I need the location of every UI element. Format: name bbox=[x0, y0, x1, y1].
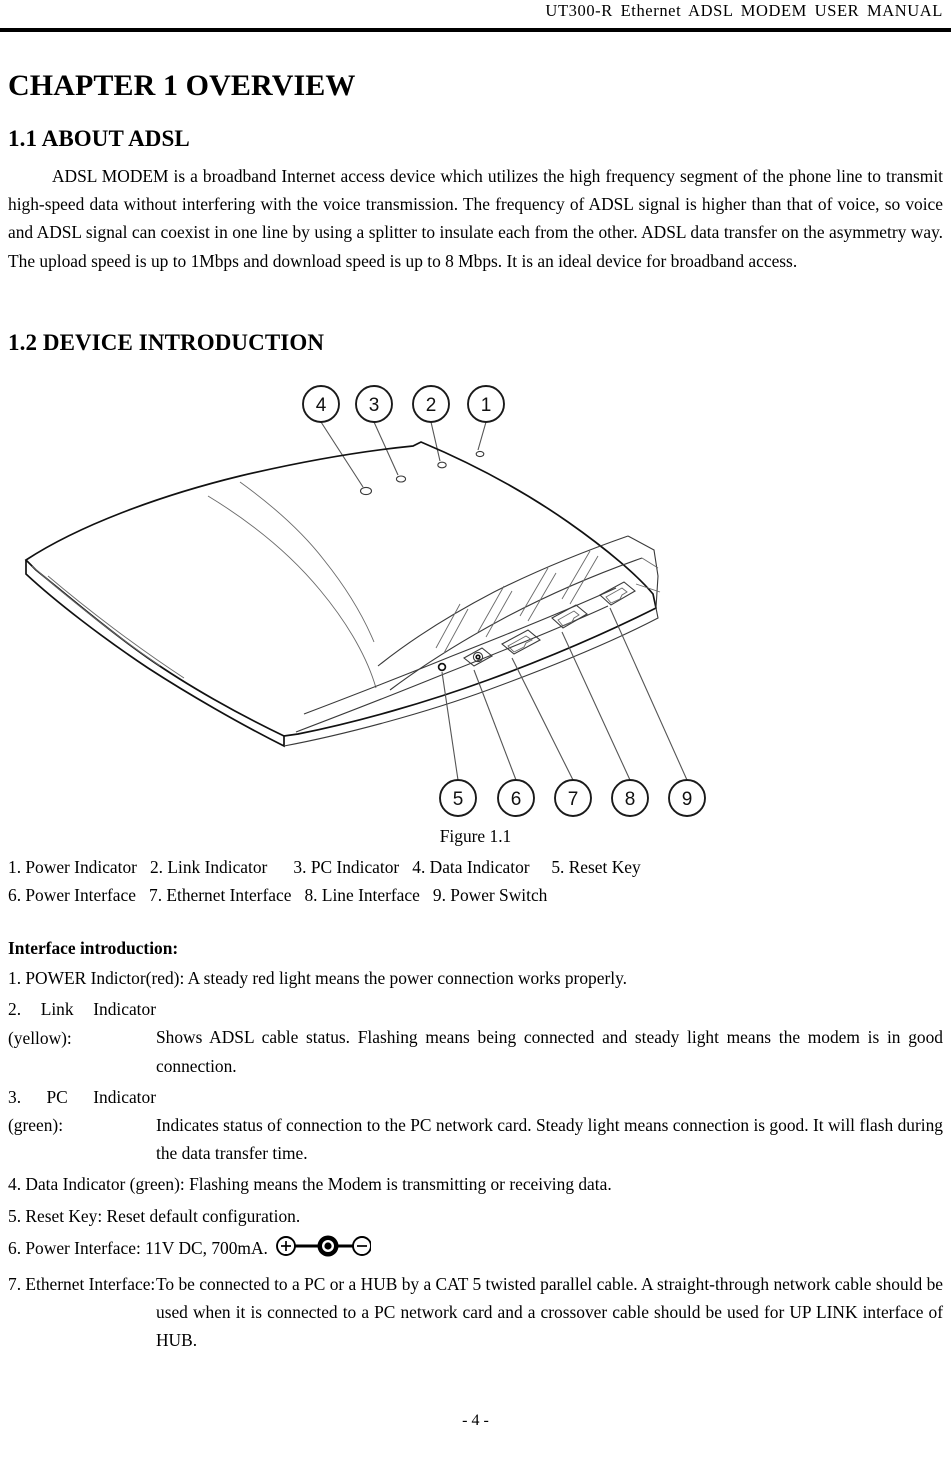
interface-item-lead: 6. Power Interface: bbox=[8, 1237, 141, 1258]
line-port bbox=[551, 604, 588, 630]
page-header: UT300-R Ethernet ADSL MODEM USER MANUAL bbox=[0, 0, 951, 33]
interface-item-text: Flashing means the Modem is transmitting… bbox=[184, 1174, 612, 1195]
adsl-modem-line-drawing: 4 3 2 1 5 6 7 8 9 bbox=[24, 385, 706, 818]
interface-item-text: A steady red light means the power conne… bbox=[184, 968, 627, 989]
interface-item-data-indicator: 4. Data Indicator (green): Flashing mean… bbox=[8, 1170, 943, 1198]
about-adsl-paragraph: ADSL MODEM is a broadband Internet acces… bbox=[8, 162, 943, 275]
svg-text:8: 8 bbox=[625, 789, 636, 810]
callout-2: 2 bbox=[412, 385, 450, 424]
svg-text:5: 5 bbox=[453, 789, 464, 810]
callout-group-top: 4 3 2 1 bbox=[302, 385, 505, 488]
rear-port-row bbox=[437, 581, 636, 672]
led-indicators bbox=[359, 451, 485, 496]
document-header-title: UT300-R Ethernet ADSL MODEM USER MANUAL bbox=[545, 1, 943, 20]
figure-legend: 1. Power Indicator 2. Link Indicator 3. … bbox=[8, 853, 943, 909]
figure-caption: Figure 1.1 bbox=[439, 826, 512, 847]
device-figure: 4 3 2 1 5 6 7 8 9 bbox=[8, 370, 943, 822]
interface-item-link-indicator: 2. Link Indicator (yellow): Shows ADSL ca… bbox=[8, 995, 943, 1080]
callout-9: 9 bbox=[668, 779, 706, 818]
svg-text:6: 6 bbox=[511, 789, 522, 810]
svg-text:4: 4 bbox=[316, 395, 327, 416]
interface-item-text: Shows ADSL cable status. Flashing means … bbox=[156, 1027, 943, 1076]
page-number: - 4 - bbox=[462, 1412, 489, 1429]
svg-text:9: 9 bbox=[682, 789, 693, 810]
interface-item-text: 11V DC, 700mA. bbox=[140, 1237, 268, 1258]
interface-item-text: Indicates status of connection to the PC… bbox=[156, 1115, 943, 1164]
interface-item-text: Reset default configuration. bbox=[102, 1205, 301, 1226]
callout-1: 1 bbox=[467, 385, 505, 424]
svg-text:2: 2 bbox=[426, 395, 437, 416]
header-divider-rule bbox=[0, 28, 951, 32]
interface-introduction-heading: Interface introduction: bbox=[8, 938, 179, 959]
about-adsl-paragraph-text: ADSL MODEM is a broadband Internet acces… bbox=[8, 165, 943, 271]
interface-introduction-list: 1. POWER Indictor(red): A steady red lig… bbox=[8, 964, 943, 1354]
section-heading-device-introduction: 1.2 DEVICE INTRODUCTION bbox=[8, 329, 325, 355]
svg-text:1: 1 bbox=[481, 395, 492, 416]
callout-3: 3 bbox=[355, 385, 393, 424]
interface-item-lead: 3. PC Indicator (green): bbox=[8, 1086, 156, 1136]
interface-item-ethernet-interface: 7. Ethernet Interface:To be connected to… bbox=[8, 1270, 943, 1355]
modem-chassis bbox=[24, 441, 661, 748]
interface-item-lead: 2. Link Indicator (yellow): bbox=[8, 999, 156, 1048]
svg-text:7: 7 bbox=[568, 789, 579, 810]
legend-line-2: 6. Power Interface 7. Ethernet Interface… bbox=[8, 884, 548, 905]
interface-item-reset-key: 5. Reset Key: Reset default configuratio… bbox=[8, 1202, 943, 1230]
svg-text:3: 3 bbox=[369, 395, 380, 416]
chapter-title: CHAPTER 1 OVERVIEW bbox=[8, 69, 356, 102]
callout-4: 4 bbox=[302, 385, 340, 424]
interface-item-pc-indicator: 3. PC Indicator (green): Indicates status… bbox=[8, 1083, 943, 1168]
dc-polarity-icon bbox=[275, 1233, 372, 1267]
interface-item-text: To be connected to a PC or a HUB by a CA… bbox=[156, 1274, 943, 1351]
callout-8: 8 bbox=[611, 779, 649, 818]
interface-item-lead: 7. Ethernet Interface: bbox=[8, 1274, 156, 1295]
interface-item-lead: 1. POWER Indictor(red): bbox=[8, 968, 185, 989]
section-heading-about-adsl: 1.1 ABOUT ADSL bbox=[8, 126, 190, 152]
interface-item-lead: 4. Data Indicator (green): bbox=[8, 1174, 185, 1195]
interface-item-power-interface: 6. Power Interface: 11V DC, 700mA. bbox=[8, 1233, 943, 1267]
power-switch bbox=[599, 581, 636, 607]
legend-line-1: 1. Power Indicator 2. Link Indicator 3. … bbox=[8, 856, 641, 877]
interface-item-lead: 5. Reset Key: bbox=[8, 1205, 103, 1226]
interface-item-power-indicator: 1. POWER Indictor(red): A steady red lig… bbox=[8, 964, 943, 992]
callout-7: 7 bbox=[554, 779, 592, 818]
page-content: CHAPTER 1 OVERVIEW 1.1 ABOUT ADSL ADSL M… bbox=[8, 44, 943, 1355]
callout-group-bottom: 5 6 7 8 9 bbox=[439, 608, 706, 818]
callout-5: 5 bbox=[439, 779, 477, 818]
callout-6: 6 bbox=[497, 779, 535, 818]
